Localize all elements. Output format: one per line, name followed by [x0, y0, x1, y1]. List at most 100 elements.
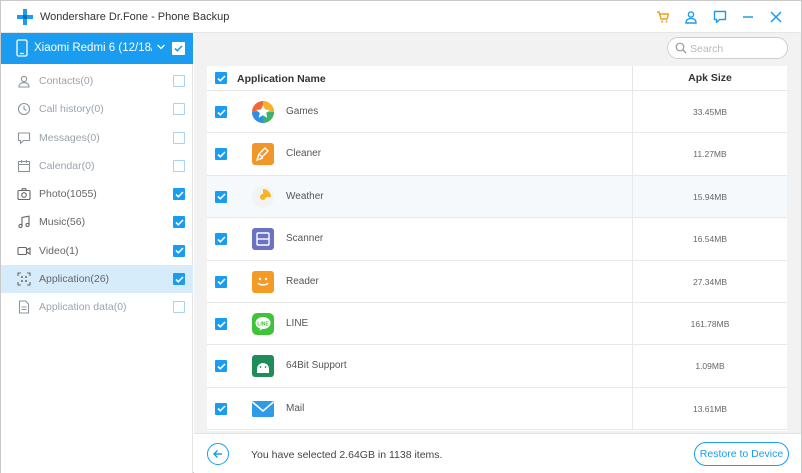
table-row[interactable]: Cleaner 11.27MB	[207, 133, 787, 176]
search-box[interactable]	[667, 37, 788, 59]
app-name: Games	[286, 106, 319, 117]
call-history-icon	[17, 103, 31, 116]
checkmark-icon	[216, 320, 226, 328]
checkmark-icon	[216, 236, 226, 243]
app-name: Mail	[286, 402, 305, 414]
arrow-left-icon	[213, 450, 222, 458]
device-selector[interactable]: Xiaomi Redmi 6 (12/18/2	[1, 33, 193, 64]
apk-size: 13.61MB	[632, 387, 787, 430]
calendar-icon	[17, 159, 31, 172]
games-app-icon	[252, 101, 274, 123]
table-header: Application Name Apk Size	[207, 66, 787, 91]
apk-size: 16.54MB	[632, 218, 787, 260]
account-button[interactable]	[681, 7, 701, 27]
category-list: Contacts(0) Call history(0) Messages(0) Cal…	[1, 67, 193, 322]
user-icon	[685, 11, 697, 24]
sidebar-item-music[interactable]: Music(56)	[1, 208, 193, 236]
weather-app-icon	[252, 185, 274, 208]
feedback-button[interactable]	[710, 7, 730, 27]
sidebar-item-messages[interactable]: Messages(0)	[1, 124, 193, 152]
row-checkbox[interactable]	[215, 402, 227, 415]
select-all-checkbox[interactable]	[215, 72, 227, 84]
application-table: Application Name Apk Size Games 33.45MB Cl…	[207, 66, 787, 431]
drfone-logo-icon	[17, 9, 33, 25]
category-checkbox[interactable]	[173, 131, 185, 144]
cleaner-app-icon	[252, 143, 274, 166]
sidebar-item-label: Video(1)	[39, 244, 79, 257]
close-icon	[770, 11, 782, 23]
category-checkbox[interactable]	[173, 301, 185, 314]
device-select-all-checkbox[interactable]	[172, 42, 185, 55]
table-row[interactable]: Mail 13.61MB	[207, 387, 787, 431]
close-button[interactable]	[766, 7, 786, 27]
restore-to-device-button[interactable]: Restore to Device	[694, 442, 789, 466]
row-checkbox[interactable]	[215, 148, 227, 161]
sidebar-item-label: Music(56)	[39, 216, 86, 229]
photo-icon	[17, 188, 31, 201]
music-icon	[18, 216, 30, 229]
title-bar: Wondershare Dr.Fone - Phone Backup	[1, 1, 801, 33]
64bit-support-app-icon	[252, 355, 274, 378]
row-checkbox[interactable]	[215, 190, 227, 203]
table-row[interactable]: 64Bit Support 1.09MB	[207, 345, 787, 388]
cart-button[interactable]	[653, 7, 673, 27]
sidebar-item-label: Contacts(0)	[39, 75, 94, 87]
sidebar-item-application-data[interactable]: Application data(0)	[1, 293, 193, 321]
sidebar-item-contacts[interactable]: Contacts(0)	[1, 67, 193, 95]
line-app-icon: LINE	[252, 313, 274, 335]
back-button[interactable]	[207, 443, 229, 465]
app-name: LINE	[286, 318, 309, 329]
category-checkbox[interactable]	[173, 103, 185, 116]
selection-status: You have selected 2.64GB in 1138 items.	[251, 449, 443, 461]
apk-size: 11.27MB	[632, 133, 787, 175]
sidebar-item-label: Calendar(0)	[39, 159, 95, 172]
phone-icon	[16, 39, 28, 57]
sidebar-item-photo[interactable]: Photo(1055)	[1, 180, 193, 208]
apk-size: 161.78MB	[632, 303, 787, 345]
category-checkbox[interactable]	[173, 244, 185, 257]
app-name: 64Bit Support	[286, 360, 347, 372]
chevron-down-icon[interactable]	[156, 42, 166, 52]
sidebar-item-label: Messages(0)	[39, 131, 100, 144]
category-checkbox[interactable]	[173, 75, 185, 87]
sidebar-item-call-history[interactable]: Call history(0)	[1, 95, 193, 123]
minimize-icon	[743, 16, 753, 18]
apk-size: 33.45MB	[632, 91, 787, 133]
column-header-name[interactable]: Application Name	[237, 73, 326, 85]
row-checkbox[interactable]	[215, 106, 227, 118]
table-row[interactable]: Scanner 16.54MB	[207, 218, 787, 261]
row-checkbox[interactable]	[215, 233, 227, 246]
search-input[interactable]	[690, 41, 782, 56]
app-name: Cleaner	[286, 148, 322, 160]
sidebar-item-video[interactable]: Video(1)	[1, 237, 193, 265]
table-row[interactable]: Weather 15.94MB	[207, 175, 787, 219]
category-checkbox[interactable]	[173, 159, 185, 172]
feedback-icon	[713, 10, 727, 24]
application-icon	[17, 272, 31, 286]
footer-bar: You have selected 2.64GB in 1138 items. …	[194, 433, 801, 473]
checkmark-icon	[216, 193, 226, 201]
sidebar-item-application[interactable]: Application(26)	[1, 265, 193, 294]
scanner-app-icon	[252, 228, 274, 251]
checkmark-icon	[216, 74, 226, 82]
column-header-size[interactable]: Apk Size	[632, 66, 787, 91]
mail-app-icon	[251, 400, 275, 417]
row-checkbox[interactable]	[215, 275, 227, 288]
row-checkbox[interactable]	[215, 318, 227, 330]
sidebar: Xiaomi Redmi 6 (12/18/2 Contacts(0) Call …	[1, 33, 193, 473]
row-checkbox[interactable]	[215, 360, 227, 373]
checkmark-icon	[216, 405, 226, 413]
sidebar-item-label: Call history(0)	[39, 103, 104, 116]
app-window: Wondershare Dr.Fone - Phone Backup Xiaom…	[0, 0, 802, 473]
window-title: Wondershare Dr.Fone - Phone Backup	[40, 11, 230, 23]
category-checkbox[interactable]	[173, 188, 185, 201]
cart-icon	[657, 11, 670, 23]
category-checkbox[interactable]	[173, 273, 185, 286]
minimize-button[interactable]	[738, 7, 758, 27]
table-row[interactable]: Reader 27.34MB	[207, 260, 787, 303]
sidebar-item-calendar[interactable]: Calendar(0)	[1, 152, 193, 180]
table-row[interactable]: Games 33.45MB	[207, 91, 787, 134]
table-row[interactable]: LINE LINE 161.78MB	[207, 303, 787, 346]
apk-size: 27.34MB	[632, 260, 787, 302]
category-checkbox[interactable]	[173, 216, 185, 229]
